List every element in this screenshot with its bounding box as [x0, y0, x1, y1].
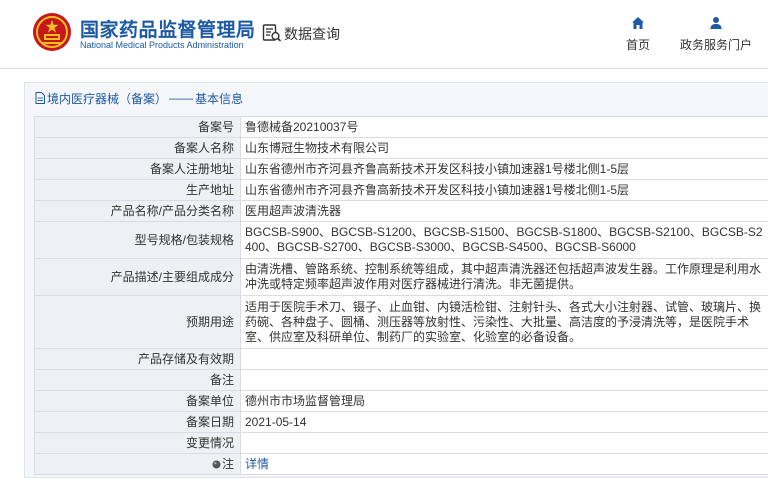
note-label-cell: 注	[34, 453, 241, 475]
row-label: 备案号	[34, 116, 241, 138]
table-row: 生产地址 山东省德州市齐河县齐鲁高新技术开发区科技小镇加速器1号楼北侧1-5层	[34, 179, 768, 201]
table-row: 备案日期 2021-05-14	[34, 411, 768, 433]
row-label: 预期用途	[34, 295, 241, 349]
row-label: 备案人注册地址	[34, 158, 241, 180]
table-row: 备案人名称 山东博冠生物技术有限公司	[34, 137, 768, 159]
table-row: 备注	[34, 369, 768, 391]
table-row: 备案号 鲁德械备20210037号	[34, 116, 768, 138]
logo-subtitle: National Medical Products Administration	[80, 40, 244, 50]
document-icon	[35, 92, 45, 104]
nav-home-label: 首页	[625, 38, 650, 52]
row-label: 生产地址	[34, 179, 241, 201]
row-label: 产品存储及有效期	[34, 348, 241, 370]
nav-service-portal[interactable]: 政务服务门户	[674, 16, 758, 56]
table-row: 预期用途 适用于医院手术刀、镊子、止血钳、内镜活检钳、注射针头、各式大小注射器、…	[34, 295, 768, 349]
logo-title: 国家药品监督管理局	[80, 20, 256, 41]
info-table: 备案号 鲁德械备20210037号 备案人名称 山东博冠生物技术有限公司 备案人…	[34, 116, 768, 475]
database-search-icon	[262, 24, 282, 42]
database-title: 数据查询	[284, 26, 340, 42]
row-value: 山东博冠生物技术有限公司	[240, 137, 768, 159]
table-row: 型号规格/包装规格 BGCSB-S900、BGCSB-S1200、BGCSB-S…	[34, 221, 768, 259]
breadcrumb-current: 基本信息	[195, 91, 244, 106]
table-row-note: 注 详情	[34, 453, 768, 475]
row-label: 备案日期	[34, 411, 241, 433]
row-value: 由清洗槽、管路系统、控制系统等组成，其中超声清洗器还包括超声波发生器。工作原理是…	[240, 258, 768, 296]
row-value: 山东省德州市齐河县齐鲁高新技术开发区科技小镇加速器1号楼北侧1-5层	[240, 158, 768, 180]
row-label: 备案人名称	[34, 137, 241, 159]
user-icon	[710, 17, 722, 29]
row-label: 型号规格/包装规格	[34, 221, 241, 259]
row-label: 产品名称/产品分类名称	[34, 200, 241, 222]
site-header: 国家药品监督管理局 National Medical Products Admi…	[0, 0, 768, 68]
detail-panel: 境内医疗器械（备案） —— 基本信息 备案号 鲁德械备20210037号 备案人…	[24, 82, 768, 478]
row-value	[240, 348, 768, 370]
row-value: 2021-05-14	[240, 411, 768, 433]
row-value	[240, 369, 768, 391]
national-emblem-icon	[33, 13, 71, 51]
header-divider	[0, 68, 768, 69]
row-value: 医用超声波清洗器	[240, 200, 768, 222]
breadcrumb: 境内医疗器械（备案） —— 基本信息	[35, 89, 243, 107]
row-label: 变更情况	[34, 432, 241, 454]
table-row: 备案人注册地址 山东省德州市齐河县齐鲁高新技术开发区科技小镇加速器1号楼北侧1-…	[34, 158, 768, 180]
details-link[interactable]: 详情	[245, 457, 269, 471]
info-dot-icon	[212, 460, 221, 468]
breadcrumb-separator: ——	[169, 91, 194, 105]
table-row: 变更情况	[34, 432, 768, 454]
row-label: 产品描述/主要组成成分	[34, 258, 241, 296]
table-row: 产品描述/主要组成成分 由清洗槽、管路系统、控制系统等组成，其中超声清洗器还包括…	[34, 258, 768, 296]
home-icon	[632, 17, 644, 29]
row-value: 鲁德械备20210037号	[240, 116, 768, 138]
breadcrumb-section-link[interactable]: 境内医疗器械（备案）	[47, 90, 167, 107]
table-row: 产品存储及有效期	[34, 348, 768, 370]
note-value-cell: 详情	[240, 453, 768, 475]
note-label: 注	[221, 456, 234, 471]
row-label: 备注	[34, 369, 241, 391]
row-value: 德州市市场监督管理局	[240, 390, 768, 412]
nav-home[interactable]: 首页	[620, 16, 656, 56]
table-row: 备案单位 德州市市场监督管理局	[34, 390, 768, 412]
row-value: BGCSB-S900、BGCSB-S1200、BGCSB-S1500、BGCSB…	[240, 221, 768, 259]
table-row: 产品名称/产品分类名称 医用超声波清洗器	[34, 200, 768, 222]
row-value: 适用于医院手术刀、镊子、止血钳、内镜活检钳、注射针头、各式大小注射器、试管、玻璃…	[240, 295, 768, 349]
row-value: 山东省德州市齐河县齐鲁高新技术开发区科技小镇加速器1号楼北侧1-5层	[240, 179, 768, 201]
nav-service-portal-label: 政务服务门户	[679, 38, 752, 52]
row-value	[240, 432, 768, 454]
row-label: 备案单位	[34, 390, 241, 412]
